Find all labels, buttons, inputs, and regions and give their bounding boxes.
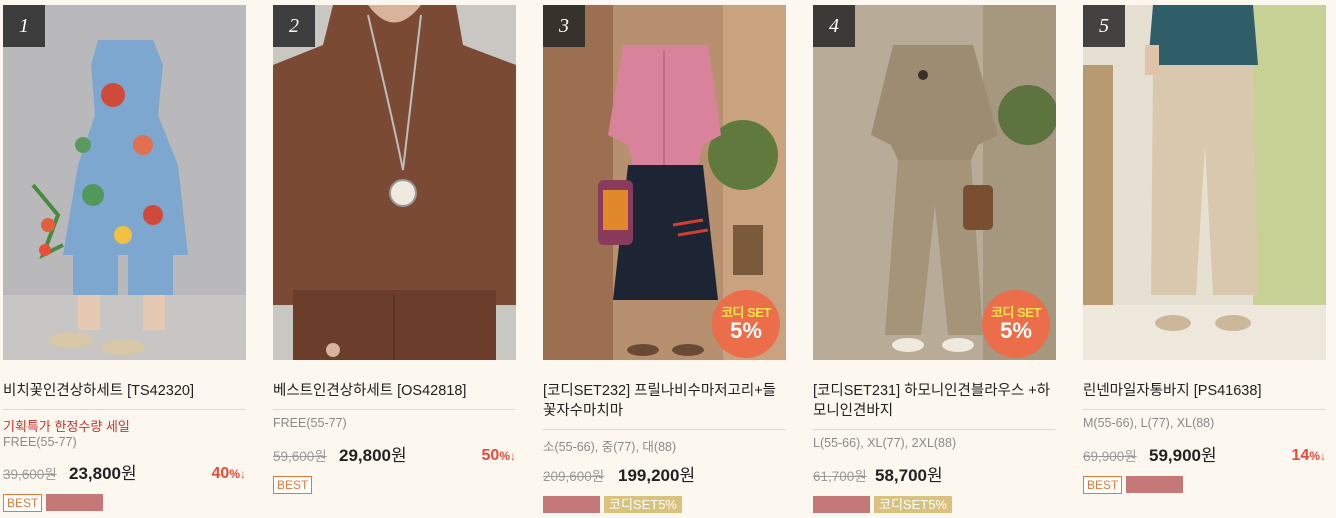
color-tag	[46, 494, 104, 511]
price-row: 39,600원 23,800원 40%↓	[3, 463, 246, 483]
coordi-set-tag: 코디SET5%	[874, 496, 952, 513]
rank-badge: 1	[3, 5, 45, 47]
product-name[interactable]: 베스트인견상하세트 [OS42818]	[273, 381, 516, 401]
tag-row: 코디SET5%	[543, 496, 682, 514]
divider	[813, 429, 1055, 430]
divider	[543, 429, 785, 430]
rank-badge: 4	[813, 5, 855, 47]
sale-price: 199,200원	[618, 466, 696, 485]
product-name[interactable]: 비치꽃인견상하세트 [TS42320]	[3, 381, 246, 401]
color-tag	[1126, 476, 1184, 493]
divider	[273, 409, 515, 410]
size-options: M(55-66), L(77), XL(88)	[1083, 416, 1215, 430]
product-card-4[interactable]: 4 코디 SET 5% [코디SET231] 하모니인견블라우스 +하모니인견바…	[813, 5, 1056, 518]
product-image[interactable]: 5	[1083, 5, 1326, 360]
color-tag	[813, 496, 870, 513]
price-row: 59,600원 29,800원 50%↓	[273, 445, 516, 465]
product-photo	[3, 5, 246, 360]
sale-price: 58,700원	[875, 466, 943, 485]
tag-row: BEST	[1083, 476, 1184, 494]
original-price: 39,600원	[3, 467, 57, 482]
product-card-1[interactable]: 1 비치꽃인견상하세트 [TS42320] 기획특가 한정수량 세일 FREE(…	[3, 5, 246, 518]
divider	[1083, 409, 1325, 410]
divider	[3, 409, 245, 410]
promo-text: 기획특가 한정수량 세일	[3, 419, 130, 434]
rank-badge: 5	[1083, 5, 1125, 47]
product-photo	[273, 5, 516, 360]
tag-row: BEST	[273, 476, 313, 494]
sale-price: 59,900원	[1149, 446, 1217, 465]
product-name[interactable]: [코디SET231] 하모니인견블라우스 +하모니인견바지	[813, 381, 1056, 421]
product-name[interactable]: 린넨마일자통바지 [PS41638]	[1083, 381, 1326, 401]
best-tag: BEST	[3, 494, 43, 512]
rank-badge: 3	[543, 5, 585, 47]
original-price: 69,900원	[1083, 449, 1137, 464]
coordi-set-badge: 코디 SET 5%	[712, 290, 780, 358]
discount-rate: 14%↓	[1291, 447, 1326, 464]
price-row: 209,600원 199,200원	[543, 465, 786, 485]
product-name[interactable]: [코디SET232] 프릴나비수마저고리+들꽃자수마치마	[543, 381, 786, 421]
size-options: FREE(55-77)	[273, 416, 347, 430]
size-options: FREE(55-77)	[3, 435, 77, 449]
price-row: 61,700원 58,700원	[813, 465, 1056, 485]
product-card-5[interactable]: 5 린넨마일자통바지 [PS41638] M(55-66), L(77), XL…	[1083, 5, 1326, 518]
product-photo	[1083, 5, 1326, 360]
original-price: 59,600원	[273, 449, 327, 464]
price-row: 69,900원 59,900원 14%↓	[1083, 445, 1326, 465]
discount-rate: 40%↓	[211, 465, 246, 482]
sale-price: 23,800원	[69, 464, 137, 483]
discount-rate: 50%↓	[481, 447, 516, 464]
rank-badge: 2	[273, 5, 315, 47]
size-options: L(55-66), XL(77), 2XL(88)	[813, 436, 957, 450]
product-image[interactable]: 4 코디 SET 5%	[813, 5, 1056, 360]
product-image[interactable]: 1	[3, 5, 246, 360]
best-tag: BEST	[273, 476, 313, 494]
product-card-3[interactable]: 3 코디 SET 5% [코디SET232] 프릴나비수마저고리+들꽃자수마치마…	[543, 5, 786, 518]
tag-row: 코디SET5%	[813, 496, 952, 514]
color-tag	[543, 496, 600, 513]
size-options: 소(55-66), 중(77), 대(88)	[543, 440, 677, 454]
sale-price: 29,800원	[339, 446, 407, 465]
coordi-set-tag: 코디SET5%	[604, 496, 682, 513]
product-card-2[interactable]: 2 베스트인견상하세트 [OS42818] FREE(55-77) 59,600…	[273, 5, 516, 518]
product-image[interactable]: 2	[273, 5, 516, 360]
product-image[interactable]: 3 코디 SET 5%	[543, 5, 786, 360]
best-tag: BEST	[1083, 476, 1123, 494]
original-price: 209,600원	[543, 469, 605, 484]
original-price: 61,700원	[813, 469, 867, 484]
tag-row: BEST	[3, 494, 104, 512]
coordi-set-badge: 코디 SET 5%	[982, 290, 1050, 358]
